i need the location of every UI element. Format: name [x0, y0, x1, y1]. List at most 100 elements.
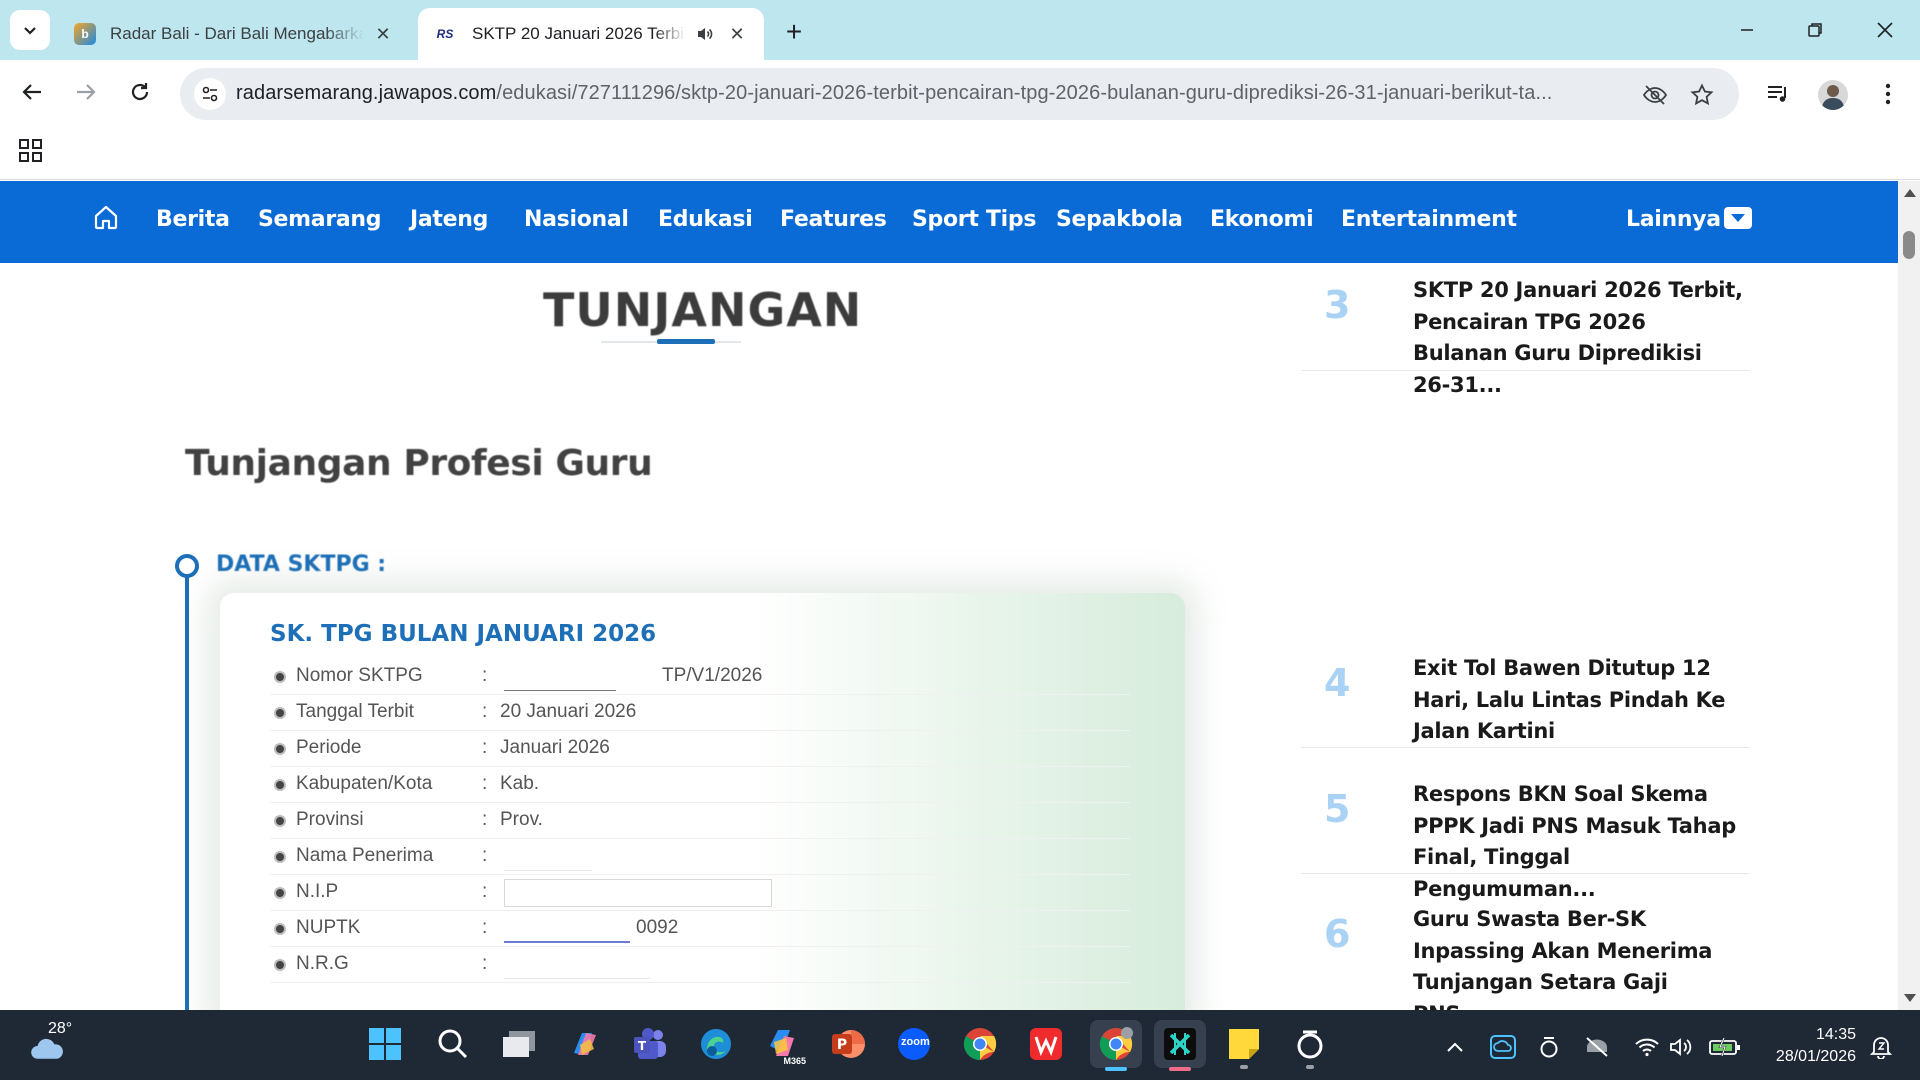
row-value: Kab.: [500, 773, 540, 794]
obs-tray-button[interactable]: [1534, 1032, 1564, 1062]
apps-grid-icon[interactable]: [18, 138, 44, 164]
new-tab-button[interactable]: +: [776, 14, 812, 50]
sktpg-card: SK. TPG BULAN JANUARI 2026 Nomor SKTPG :…: [220, 593, 1185, 1010]
popular-title[interactable]: SKTP 20 Januari 2026 Terbit, Pencairan T…: [1413, 275, 1743, 401]
edge-button[interactable]: [694, 1022, 738, 1066]
site-info-button[interactable]: [194, 78, 226, 110]
wps-button[interactable]: [1024, 1022, 1068, 1066]
popular-title[interactable]: Exit Tol Bawen Ditutup 12 Hari, Lalu Lin…: [1413, 653, 1743, 748]
scroll-down-icon[interactable]: [1904, 994, 1916, 1002]
data-row: Periode : Januari 2026: [270, 731, 1130, 767]
nav-berita[interactable]: Berita: [156, 207, 230, 232]
tray-overflow-button[interactable]: [1440, 1032, 1470, 1062]
wifi-tray-button[interactable]: [1632, 1032, 1662, 1062]
url-text[interactable]: radarsemarang.jawapos.com/edukasi/727111…: [236, 82, 1606, 105]
clock-date: 28/01/2026: [1775, 1048, 1856, 1065]
task-view-button[interactable]: [497, 1022, 541, 1066]
obs-tray-icon: [1540, 1037, 1558, 1058]
powerpoint-button[interactable]: P: [826, 1022, 870, 1066]
search-icon: [438, 1029, 468, 1059]
meet-now-tray-button[interactable]: [1582, 1032, 1612, 1062]
home-icon[interactable]: [92, 203, 120, 231]
sticky-notes-icon: [1229, 1029, 1259, 1059]
row-colon: :: [482, 737, 488, 758]
section-label: DATA SKTPG :: [216, 552, 387, 577]
teams-button[interactable]: T: [628, 1022, 672, 1066]
reload-button[interactable]: [122, 74, 158, 110]
forward-button[interactable]: [68, 74, 104, 110]
bookmark-star-icon[interactable]: [1687, 80, 1717, 110]
chevron-up-icon: [1447, 1042, 1463, 1052]
address-bar[interactable]: radarsemarang.jawapos.com/edukasi/727111…: [180, 68, 1739, 120]
nav-ekonomi[interactable]: Ekonomi: [1210, 207, 1314, 232]
nav-semarang[interactable]: Semarang: [258, 207, 382, 232]
nav-entertainment[interactable]: Entertainment: [1341, 207, 1517, 232]
bullet-icon: [274, 923, 286, 935]
nav-sepakbola[interactable]: Sepakbola: [1056, 207, 1183, 232]
browser-menu-button[interactable]: [1870, 76, 1906, 112]
tracking-protection-icon[interactable]: [1640, 80, 1670, 110]
nav-jateng[interactable]: Jateng: [410, 207, 488, 232]
back-button[interactable]: [14, 74, 50, 110]
close-window-button[interactable]: [1862, 10, 1908, 50]
row-label: Tanggal Terbit: [296, 701, 414, 722]
title-divider-accent: [657, 339, 715, 344]
popular-item[interactable]: 6 Guru Swasta Ber-SK Inpassing Akan Mene…: [1301, 892, 1749, 1010]
bullet-icon: [274, 815, 286, 827]
nav-sport-tips[interactable]: Sport Tips: [912, 207, 1036, 232]
taskbar-search-button[interactable]: [431, 1022, 475, 1066]
media-control-button[interactable]: [1760, 76, 1796, 112]
running-indicator: [1169, 1067, 1191, 1071]
onedrive-tray-button[interactable]: [1488, 1032, 1518, 1062]
capcut-button[interactable]: [1154, 1020, 1206, 1071]
minimize-button[interactable]: [1724, 10, 1770, 50]
restore-icon: [1808, 23, 1822, 37]
caret-down-icon[interactable]: [1724, 207, 1752, 229]
timeline-dot: [175, 554, 199, 578]
profile-avatar[interactable]: [1818, 80, 1848, 110]
bullet-icon: [274, 671, 286, 683]
sticky-notes-button[interactable]: [1222, 1022, 1266, 1069]
scroll-up-icon[interactable]: [1904, 189, 1916, 197]
m365-button[interactable]: M365: [760, 1022, 806, 1066]
copilot-button[interactable]: [563, 1022, 607, 1066]
nav-lainnya[interactable]: Lainnya: [1626, 207, 1721, 232]
tab-search-button[interactable]: [10, 10, 50, 50]
scroll-thumb[interactable]: [1903, 231, 1915, 259]
powerpoint-icon: P: [832, 1030, 865, 1058]
chrome-profile-button[interactable]: [1090, 1020, 1142, 1071]
row-label: Provinsi: [296, 809, 364, 830]
close-icon[interactable]: ✕: [724, 21, 750, 47]
infographic-subtitle: Tunjangan Profesi Guru: [185, 443, 653, 484]
zoom-button[interactable]: zoom: [892, 1022, 936, 1066]
start-button[interactable]: [363, 1022, 407, 1066]
chrome-button[interactable]: [958, 1022, 1002, 1066]
volume-tray-button[interactable]: [1666, 1032, 1696, 1062]
row-value: TP/V1/2026: [662, 665, 763, 686]
nav-features[interactable]: Features: [780, 207, 887, 232]
popular-item[interactable]: 5 Respons BKN Soal Skema PPPK Jadi PNS M…: [1301, 767, 1749, 901]
obs-button[interactable]: [1288, 1022, 1332, 1069]
close-icon[interactable]: ✕: [370, 21, 396, 47]
system-clock[interactable]: 14:35 28/01/2026: [1762, 1024, 1856, 1068]
tab-radar-bali[interactable]: b Radar Bali - Dari Bali Mengabarkan ✕: [60, 8, 410, 60]
data-row: Nomor SKTPG : TP/V1/2026: [270, 659, 1130, 695]
timeline-line: [185, 577, 189, 1010]
nav-edukasi[interactable]: Edukasi: [658, 207, 753, 232]
restore-button[interactable]: [1792, 10, 1838, 50]
edge-icon: [701, 1029, 731, 1059]
row-colon: :: [482, 845, 488, 866]
data-row: Provinsi : Prov.: [270, 803, 1130, 839]
popular-item[interactable]: 3 SKTP 20 Januari 2026 Terbit, Pencairan…: [1301, 263, 1749, 397]
popular-title[interactable]: Respons BKN Soal Skema PPPK Jadi PNS Mas…: [1413, 779, 1743, 905]
notifications-button[interactable]: [1866, 1032, 1896, 1062]
redacted-field: [504, 915, 630, 943]
popular-title[interactable]: Guru Swasta Ber-SK Inpassing Akan Meneri…: [1413, 904, 1743, 1010]
page-scrollbar[interactable]: [1898, 181, 1920, 1010]
popular-item[interactable]: 4 Exit Tol Bawen Ditutup 12 Hari, Lalu L…: [1301, 641, 1749, 748]
obs-icon: [1297, 1030, 1323, 1059]
tab-sktp[interactable]: RS SKTP 20 Januari 2026 Terbit, Pencaira…: [418, 8, 764, 60]
battery-tray-button[interactable]: [1708, 1032, 1742, 1062]
nav-nasional[interactable]: Nasional: [524, 207, 629, 232]
speaker-icon[interactable]: [692, 21, 718, 47]
